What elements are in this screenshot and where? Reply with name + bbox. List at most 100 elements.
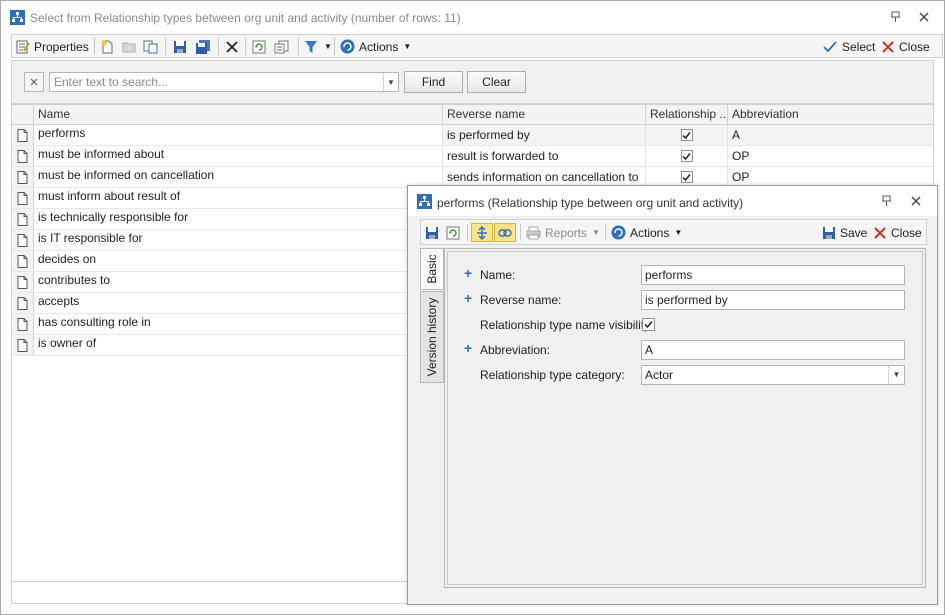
toolbar-separator [334,38,335,55]
save-icon [823,226,835,239]
clear-search-icon[interactable]: ✕ [24,72,44,92]
tab-basic[interactable]: Basic [420,248,444,290]
abbreviation-label: Abbreviation: [480,343,551,357]
cell-name: contributes to [34,272,443,292]
filter-icon [305,40,317,53]
tab-version-history[interactable]: Version history [420,291,444,383]
dialog-refresh-button[interactable] [446,223,460,242]
copy-icon [143,40,158,53]
toolbar-separator [218,38,219,55]
dialog-actions-label: Actions [630,225,670,240]
properties-button[interactable]: Properties [16,38,89,55]
close-window-icon[interactable] [916,9,932,25]
document-icon [12,167,34,187]
save-all-button[interactable] [195,38,211,55]
header-name[interactable]: Name [34,105,443,125]
select-label: Select [842,39,876,54]
actions-icon [611,225,626,240]
reverse-name-required-icon: + [464,290,473,306]
window-title: Select from Relationship types between o… [30,11,461,25]
cell-name: performs [34,125,443,145]
cell-name: has consulting role in [34,314,443,334]
toolbar-separator [467,224,468,241]
header-reverse-name[interactable]: Reverse name [443,105,646,125]
abbreviation-field[interactable]: A [641,340,905,360]
cell-abbreviation: OP [732,149,750,163]
category-select[interactable]: Actor ▼ [641,365,905,385]
copy-button[interactable] [143,38,159,55]
detail-dialog: performs (Relationship type between org … [407,185,938,605]
filter-button[interactable]: ▼ [304,38,332,55]
name-field[interactable]: performs [641,265,905,285]
document-icon [12,272,34,292]
delete-button[interactable] [225,38,239,55]
cell-reverse-name: is performed by [443,125,646,145]
pin-icon[interactable] [888,9,904,25]
grid-header: Name Reverse name Relationship ... Abbre… [12,105,933,125]
cell-reverse-name: result is forwarded to [443,146,646,166]
name-label: Name: [480,268,516,282]
checkmark-icon [644,321,653,329]
link-button[interactable] [494,223,516,242]
cell-name: must be informed about [34,146,443,166]
dialog-save-button[interactable]: Save [822,223,867,242]
toolbar-separator [94,38,95,55]
reverse-name-field[interactable]: is performed by [641,290,905,310]
close-button[interactable]: Close [882,38,930,55]
toolbar-separator [520,224,521,241]
cell-visibility-checkbox[interactable] [646,167,728,187]
document-icon [12,314,34,334]
visibility-checkbox[interactable] [642,318,655,331]
close-icon [874,226,886,239]
toolbar-separator [245,38,246,55]
new-document-icon [101,40,113,53]
list-button[interactable] [274,38,290,55]
search-dropdown-icon[interactable]: ▼ [383,73,398,91]
dialog-tabs: Basic Version history [420,248,444,388]
toolbar-separator [165,38,166,55]
cell-visibility-checkbox[interactable] [646,125,728,145]
expand-button[interactable] [471,223,493,242]
new-button[interactable] [100,38,114,55]
cell-name: must be informed on cancellation [34,167,443,187]
properties-icon [16,40,30,53]
cell-visibility-checkbox[interactable] [646,146,728,166]
abbreviation-required-icon: + [464,340,473,356]
clear-button[interactable]: Clear [467,71,526,93]
actions-button[interactable]: Actions ▼ [340,38,411,55]
link-icon [498,228,512,237]
toolbar-separator [605,224,606,241]
checkmark-icon [680,129,693,141]
document-icon [12,293,34,313]
save-button[interactable] [173,38,187,55]
table-row[interactable]: performs is performed by A [12,125,933,146]
document-icon [12,209,34,229]
folder-button[interactable] [122,38,136,55]
header-abbreviation[interactable]: Abbreviation [728,105,933,125]
header-relationship-visibility[interactable]: Relationship ... [646,105,728,125]
actions-icon [340,39,355,54]
select-button[interactable]: Select [823,38,875,55]
hierarchy-icon [10,10,25,25]
dialog-actions-button[interactable]: Actions ▼ [611,223,682,242]
dialog-close-window-icon[interactable] [908,193,924,209]
dialog-toolbar: Reports ▼ Actions ▼ Save Close [420,219,927,245]
dialog-pin-icon[interactable] [879,193,895,209]
table-row[interactable]: must be informed about result is forwarde… [12,146,933,167]
document-icon [12,146,34,166]
actions-label: Actions [359,39,399,54]
main-toolbar: Properties ▼ Actions ▼ Select Close [11,34,943,58]
document-icon [12,251,34,271]
reports-button[interactable]: Reports ▼ [526,223,600,242]
search-input[interactable] [49,72,399,92]
expand-vertical-icon [477,225,487,240]
checkmark-icon [680,171,693,183]
dialog-close-button[interactable]: Close [874,223,922,242]
find-button[interactable]: Find [404,71,463,93]
category-dropdown-icon[interactable]: ▼ [888,366,904,384]
cell-reverse-name: sends information on cancellation to [443,167,646,187]
reverse-name-label: Reverse name: [480,293,562,307]
dialog-save-icon-button[interactable] [425,223,439,242]
refresh-button[interactable] [252,38,266,55]
title-bar: Select from Relationship types between o… [1,1,944,34]
